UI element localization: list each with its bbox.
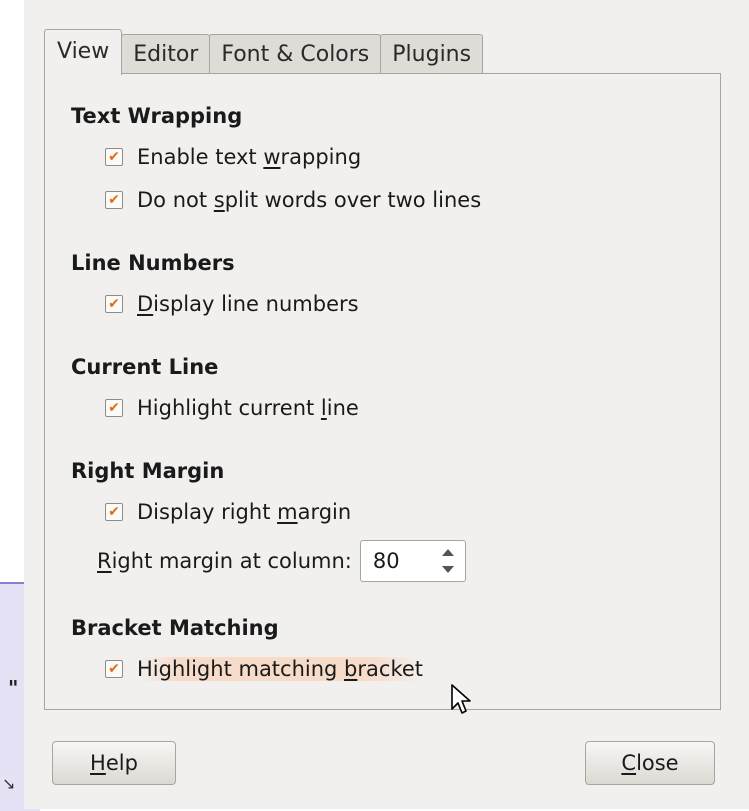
checkbox-checked-icon[interactable]: ✔	[105, 148, 123, 166]
tab-editor[interactable]: Editor	[121, 34, 211, 75]
resize-icon[interactable]: ↘	[2, 774, 15, 793]
mouse-pointer-icon	[451, 684, 471, 714]
checkbox-checked-icon[interactable]: ✔	[105, 503, 123, 521]
help-button[interactable]: Help	[52, 741, 176, 785]
tab-font-colors[interactable]: Font & Colors	[209, 34, 382, 75]
spin-up-arrow-icon[interactable]	[441, 549, 454, 556]
checkbox-label: Enable text wrapping	[137, 145, 362, 169]
checkbox-checked-icon[interactable]: ✔	[105, 660, 123, 678]
view-tab-panel: Text Wrapping ✔ Enable text wrapping ✔ D…	[44, 73, 721, 710]
tab-bar: View Editor Font & Colors Plugins	[44, 29, 484, 75]
display-line-numbers-checkbox[interactable]: ✔ Display line numbers	[105, 290, 359, 318]
section-title-bracket-matching: Bracket Matching	[71, 616, 279, 640]
right-margin-column-value[interactable]: 80	[373, 549, 400, 573]
help-button-label: Help	[90, 751, 138, 775]
checkbox-label: Display line numbers	[137, 292, 359, 316]
no-split-words-checkbox[interactable]: ✔ Do not split words over two lines	[105, 186, 481, 214]
right-margin-column-label: Right margin at column:	[97, 549, 352, 573]
section-title-text-wrapping: Text Wrapping	[71, 104, 243, 128]
background-text: "	[8, 676, 19, 700]
enable-text-wrapping-checkbox[interactable]: ✔ Enable text wrapping	[105, 143, 361, 171]
checkbox-label: Display right margin	[137, 500, 352, 524]
checkbox-label: Highlight matching bracket	[137, 657, 424, 681]
checkbox-checked-icon[interactable]: ✔	[105, 399, 123, 417]
tab-plugins[interactable]: Plugins	[380, 34, 484, 75]
close-button-label: Close	[621, 751, 679, 775]
display-right-margin-checkbox[interactable]: ✔ Display right margin	[105, 498, 351, 526]
spin-down-arrow-icon[interactable]	[441, 566, 454, 573]
spin-buttons	[437, 545, 459, 577]
section-title-current-line: Current Line	[71, 355, 219, 379]
checkbox-checked-icon[interactable]: ✔	[105, 295, 123, 313]
close-button[interactable]: Close	[585, 741, 715, 785]
section-title-line-numbers: Line Numbers	[71, 251, 235, 275]
highlight-matching-bracket-checkbox[interactable]: ✔ Highlight matching bracket	[105, 655, 424, 683]
right-margin-column-spinbutton[interactable]: 80	[359, 540, 466, 582]
highlight-current-line-checkbox[interactable]: ✔ Highlight current line	[105, 394, 359, 422]
checkbox-checked-icon[interactable]: ✔	[105, 191, 123, 209]
checkbox-label: Highlight current line	[137, 396, 359, 420]
right-margin-column-row: Right margin at column: 80	[97, 539, 466, 583]
tab-view[interactable]: View	[44, 29, 123, 75]
section-title-right-margin: Right Margin	[71, 459, 225, 483]
preferences-dialog: View Editor Font & Colors Plugins Text W…	[24, 0, 749, 809]
checkbox-label: Do not split words over two lines	[137, 188, 482, 212]
